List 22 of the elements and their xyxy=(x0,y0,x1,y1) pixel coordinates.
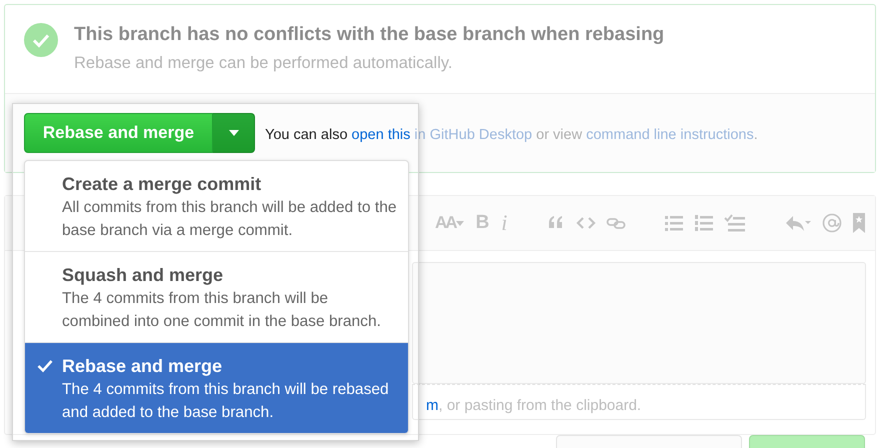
menu-item-title: Squash and merge xyxy=(62,264,224,286)
menu-item-description: The 4 commits from this branch will be combined into one commit in the base branch. xyxy=(62,289,382,332)
choose-file-link[interactable]: m xyxy=(426,397,438,414)
bookmark-icon[interactable] xyxy=(852,212,866,234)
dropdown-toggle-button[interactable] xyxy=(213,113,255,153)
status-subtitle: Rebase and merge can be performed automatically. xyxy=(74,53,454,74)
menu-item[interactable]: Rebase and merge The 4 commits from this branch will be rebased and added to the base branch. xyxy=(25,343,408,433)
attach-hint-text: m, or pasting from the clipboard. xyxy=(412,384,866,420)
menu-item-title: Rebase and merge xyxy=(62,355,224,377)
caret-icon xyxy=(456,220,464,226)
mention-icon[interactable] xyxy=(822,213,842,233)
comment-textarea[interactable] xyxy=(412,262,866,384)
numbered-list-icon[interactable] xyxy=(694,213,714,233)
menu-item[interactable]: Create a merge commit All commits from this branch will be added to the base branch via a merge commit. xyxy=(25,161,408,252)
status-title: This branch has no conflicts with the base branch when rebasing xyxy=(74,23,664,47)
check-icon xyxy=(37,359,53,373)
task-list-icon[interactable] xyxy=(724,213,746,233)
menu-item-description: All commits from this branch will be added to the base branch via a merge commit. xyxy=(62,198,398,241)
menu-item-title: Create a merge commit xyxy=(62,173,262,195)
menu-item-description: The 4 commits from this branch will be rebased and added to the base branch. xyxy=(62,380,390,423)
caret-icon xyxy=(228,130,238,136)
bullet-list-icon[interactable] xyxy=(664,213,684,233)
